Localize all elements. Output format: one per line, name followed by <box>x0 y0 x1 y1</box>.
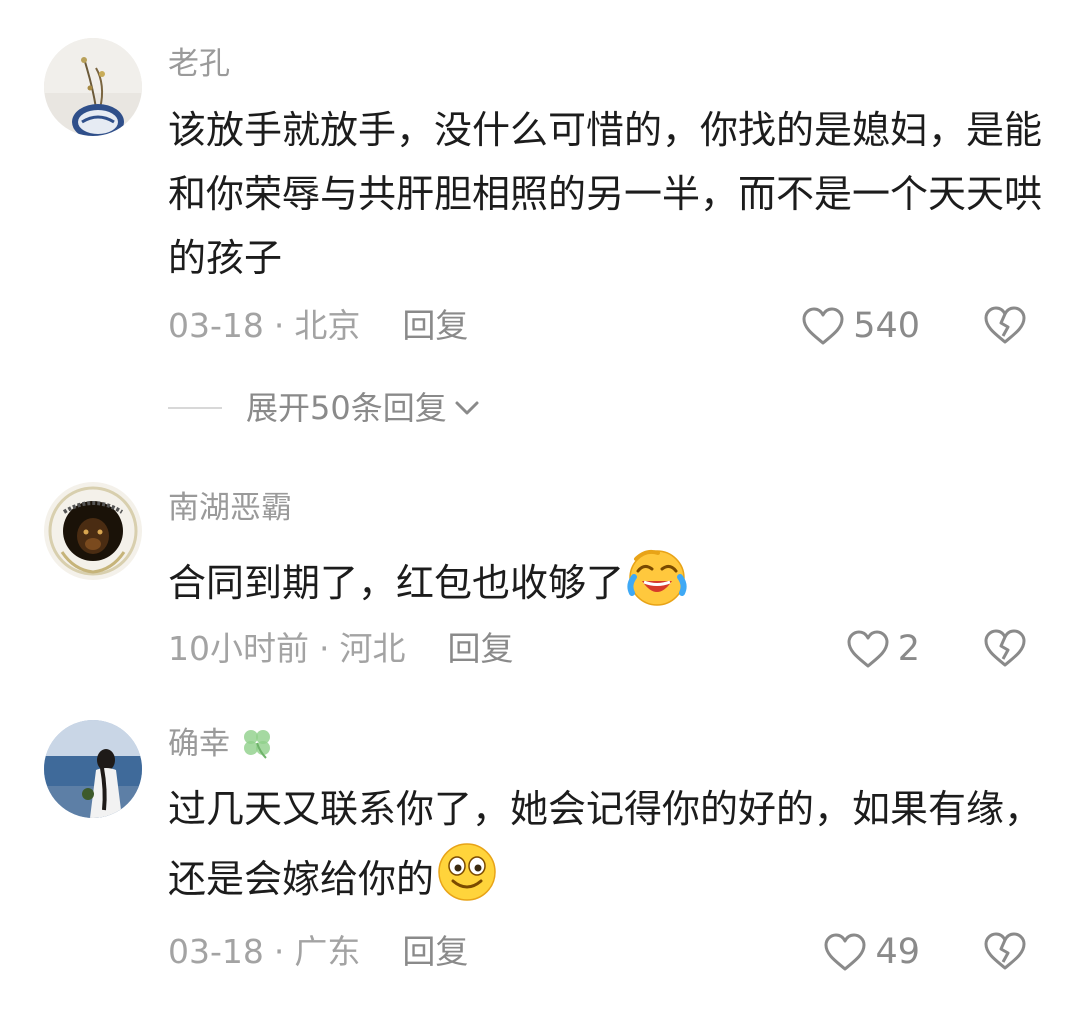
dislike-button[interactable] <box>983 931 1027 975</box>
meta-separator: · <box>273 932 285 971</box>
comment-text: 合同到期了，红包也收够了 <box>168 545 1048 626</box>
reply-button[interactable]: 回复 <box>402 306 468 345</box>
heart-icon <box>847 630 889 668</box>
username[interactable]: 南湖恶霸 <box>168 488 292 528</box>
reply-button[interactable]: 回复 <box>402 932 468 971</box>
like-button[interactable]: 2 <box>846 627 920 671</box>
divider-line <box>168 407 222 409</box>
like-count: 49 <box>875 932 920 972</box>
reply-button[interactable]: 回复 <box>448 629 514 668</box>
like-button[interactable]: 49 <box>823 930 920 974</box>
comment-date: 03-18 <box>168 932 264 971</box>
comment-date: 10小时前 <box>168 629 309 668</box>
comment-location: 广东 <box>294 932 361 971</box>
comment-location: 河北 <box>339 629 406 668</box>
comment-date: 03-18 <box>168 306 264 345</box>
chevron-down-icon <box>455 401 479 415</box>
comment-meta: 03-18 · 广东 回复 <box>168 930 468 974</box>
comment-location: 北京 <box>294 306 361 345</box>
username[interactable]: 老孔 <box>168 44 230 84</box>
heart-icon <box>802 307 844 345</box>
like-count: 540 <box>853 306 920 346</box>
comment-text: 该放手就放手，没什么可惜的，你找的是媳妇，是能和你荣辱与共肝胆相照的另一半，而不… <box>168 108 1043 280</box>
broken-heart-icon <box>984 629 1026 667</box>
avatar[interactable] <box>44 38 142 136</box>
dislike-button[interactable] <box>983 305 1027 349</box>
like-count: 2 <box>897 629 920 669</box>
comment-meta: 10小时前 · 河北 回复 <box>168 627 514 671</box>
username-text: 确幸 <box>168 726 230 762</box>
expand-replies-button[interactable]: 展开50条回复 <box>168 386 481 430</box>
expand-replies-label: 展开50条回复 <box>246 389 447 427</box>
laughing-crying-emoji-icon <box>626 545 688 626</box>
comment-meta: 03-18 · 北京 回复 <box>168 304 468 348</box>
username[interactable]: 确幸 <box>168 724 274 764</box>
broken-heart-icon <box>984 932 1026 970</box>
comment-text-body: 合同到期了，红包也收够了 <box>168 561 625 605</box>
avatar[interactable] <box>44 720 142 818</box>
dislike-button[interactable] <box>983 628 1027 672</box>
smiling-emoji-icon <box>436 841 498 922</box>
heart-icon <box>824 933 866 971</box>
comment-text-body: 过几天又联系你了，她会记得你的好的，如果有缘，还是会嫁给你的 <box>168 787 1043 901</box>
four-leaf-clover-icon <box>243 730 270 759</box>
broken-heart-icon <box>984 306 1026 344</box>
comment-text: 过几天又联系你了，她会记得你的好的，如果有缘，还是会嫁给你的 <box>168 777 1048 922</box>
meta-separator: · <box>273 306 285 345</box>
avatar[interactable] <box>44 482 142 580</box>
meta-separator: · <box>319 629 330 668</box>
like-button[interactable]: 540 <box>801 304 920 348</box>
